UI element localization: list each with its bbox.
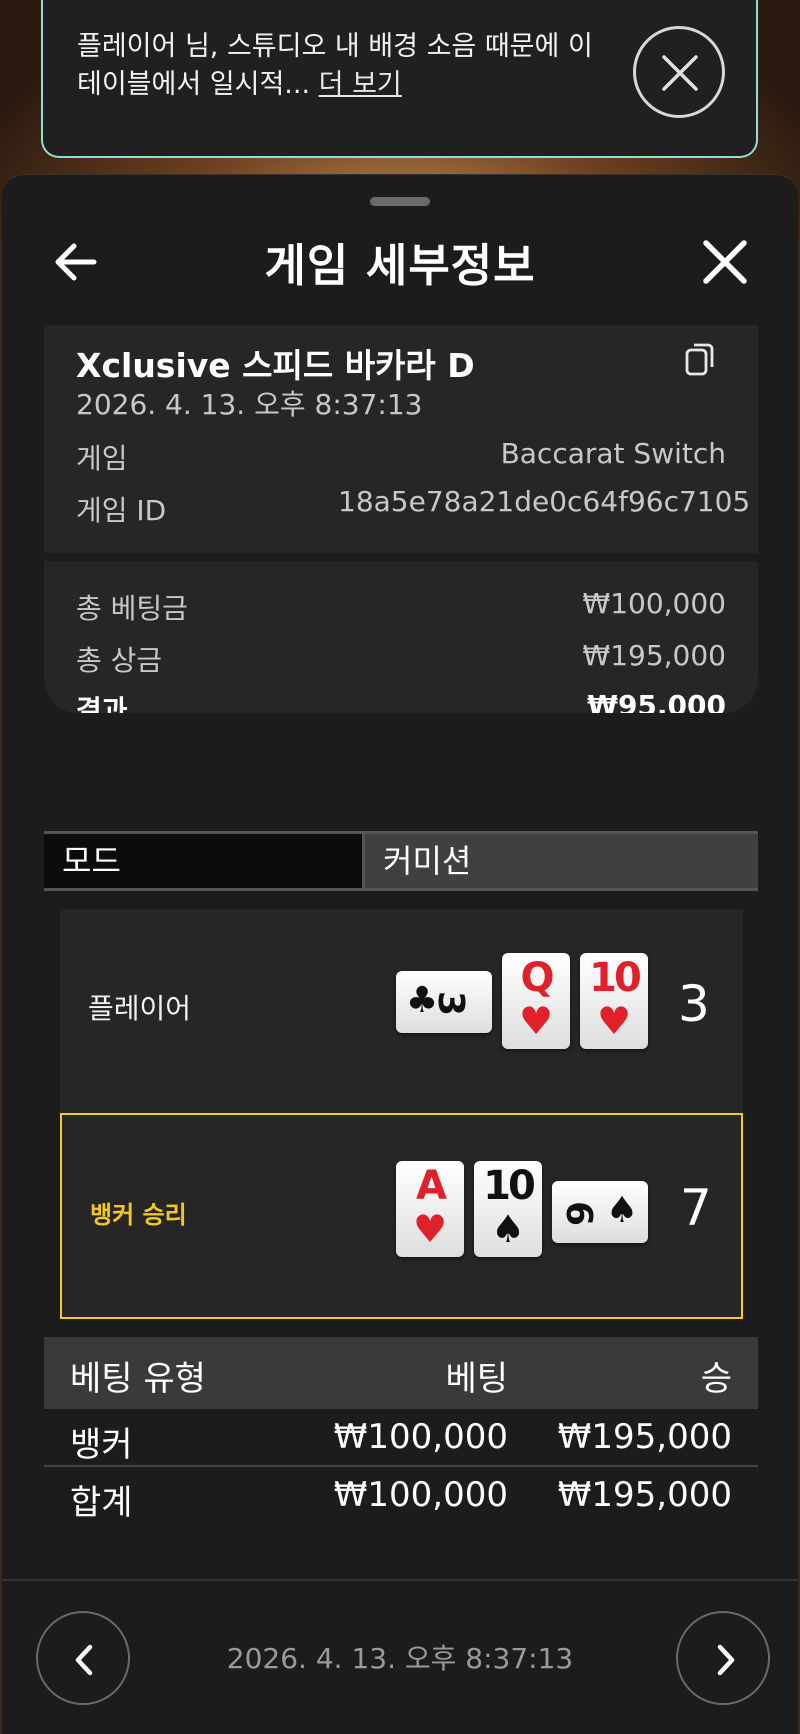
- total-bet-label: 총 베팅금: [76, 592, 188, 625]
- table-row-total: 합계 ₩100,000 ₩195,000: [44, 1467, 758, 1525]
- win-amount-cell: ₩195,000: [557, 1475, 732, 1515]
- page-title: 게임 세부정보: [264, 239, 536, 292]
- playing-card: A ♥: [396, 1161, 464, 1257]
- bet-amount-cell: ₩100,000: [333, 1417, 508, 1457]
- card-rank: 3: [430, 990, 471, 1014]
- copy-button[interactable]: [684, 341, 716, 381]
- game-id-value: 18a5e78a21de0c64f96c7105: [338, 485, 751, 518]
- banker-win-label: 뱅커 승리: [90, 1201, 187, 1229]
- drag-handle[interactable]: [370, 197, 430, 206]
- next-round-button[interactable]: [676, 1611, 770, 1705]
- bet-type-cell: 합계: [70, 1483, 133, 1523]
- banker-score: 7: [680, 1179, 712, 1237]
- total-win-label: 총 상금: [76, 644, 163, 677]
- game-name: Xclusive 스피드 바카라 D: [76, 346, 475, 385]
- bet-table-header: 베팅 유형 베팅 승: [44, 1337, 758, 1409]
- game-id-label: 게임 ID: [76, 494, 167, 527]
- footer-divider: [2, 1579, 798, 1581]
- card-suit: ♥: [596, 999, 632, 1043]
- tab-mode[interactable]: 모드: [44, 834, 362, 888]
- close-icon: [662, 55, 698, 91]
- game-info-card: Xclusive 스피드 바카라 D 2026. 4. 13. 오후 8:37:…: [44, 325, 758, 713]
- table-row: 뱅커 ₩100,000 ₩195,000: [44, 1409, 758, 1467]
- total-bet-value: ₩100,000: [582, 587, 726, 620]
- toast-close-button[interactable]: [633, 26, 725, 118]
- result-label: 결과: [76, 694, 128, 713]
- bet-amount-cell: ₩100,000: [333, 1475, 508, 1515]
- toast-message: 플레이어 님, 스튜디오 내 배경 소음 때문에 이 테이블에서 일시적... …: [77, 28, 597, 104]
- mode-tabs: 모드 커미션: [44, 831, 758, 891]
- card-rank: A: [416, 1163, 447, 1209]
- chevron-right-icon: [717, 1644, 735, 1676]
- toast-more-link[interactable]: 더 보기: [319, 69, 402, 100]
- playing-card: ♣ 3: [396, 971, 492, 1033]
- game-type-label: 게임: [76, 442, 128, 475]
- player-hand: 플레이어 ♣ 3 Q ♥ 10 ♥ 3: [60, 909, 743, 1115]
- close-button[interactable]: [698, 235, 752, 289]
- card-suit: ♥: [518, 999, 554, 1043]
- copy-icon: [685, 343, 714, 376]
- card-rank: 10: [589, 955, 642, 1001]
- game-datetime: 2026. 4. 13. 오후 8:37:13: [76, 388, 423, 421]
- playing-card: Q ♥: [502, 953, 570, 1049]
- player-score: 3: [678, 975, 710, 1033]
- playing-card: 10 ♥: [580, 953, 648, 1049]
- result-value: ₩95,000: [587, 689, 726, 713]
- total-win-value: ₩195,000: [582, 639, 726, 672]
- header-bet: 베팅: [445, 1359, 508, 1399]
- tab-commission[interactable]: 커미션: [362, 834, 758, 888]
- game-details-sheet: 게임 세부정보 Xclusive 스피드 바카라 D 2026. 4. 13. …: [2, 174, 798, 1734]
- card-suit: ♥: [412, 1207, 448, 1251]
- header-win: 승: [700, 1359, 732, 1399]
- bet-table: 베팅 유형 베팅 승 뱅커 ₩100,000 ₩195,000 합계 ₩100,…: [44, 1337, 758, 1525]
- playing-card: 10 ♠: [474, 1161, 542, 1257]
- win-amount-cell: ₩195,000: [557, 1417, 732, 1457]
- card-suit: ♠: [490, 1207, 526, 1251]
- player-hand-label: 플레이어: [88, 992, 192, 1025]
- header-bet-type: 베팅 유형: [70, 1359, 206, 1399]
- notification-toast: 플레이어 님, 스튜디오 내 배경 소음 때문에 이 테이블에서 일시적... …: [41, 0, 758, 158]
- card-rank: 6: [558, 1200, 599, 1224]
- card-suit: ♠: [605, 1190, 639, 1231]
- game-info-section: Xclusive 스피드 바카라 D 2026. 4. 13. 오후 8:37:…: [44, 325, 758, 553]
- close-icon: [703, 240, 747, 284]
- card-rank: 10: [483, 1163, 536, 1209]
- section-divider: [44, 553, 758, 561]
- banker-hand: 뱅커 승리 A ♥ 10 ♠ 6 ♠ 7: [60, 1113, 743, 1319]
- game-type-value: Baccarat Switch: [500, 437, 726, 470]
- bet-type-cell: 뱅커: [70, 1425, 133, 1465]
- playing-card: 6 ♠: [552, 1181, 648, 1243]
- card-rank: Q: [520, 955, 554, 1001]
